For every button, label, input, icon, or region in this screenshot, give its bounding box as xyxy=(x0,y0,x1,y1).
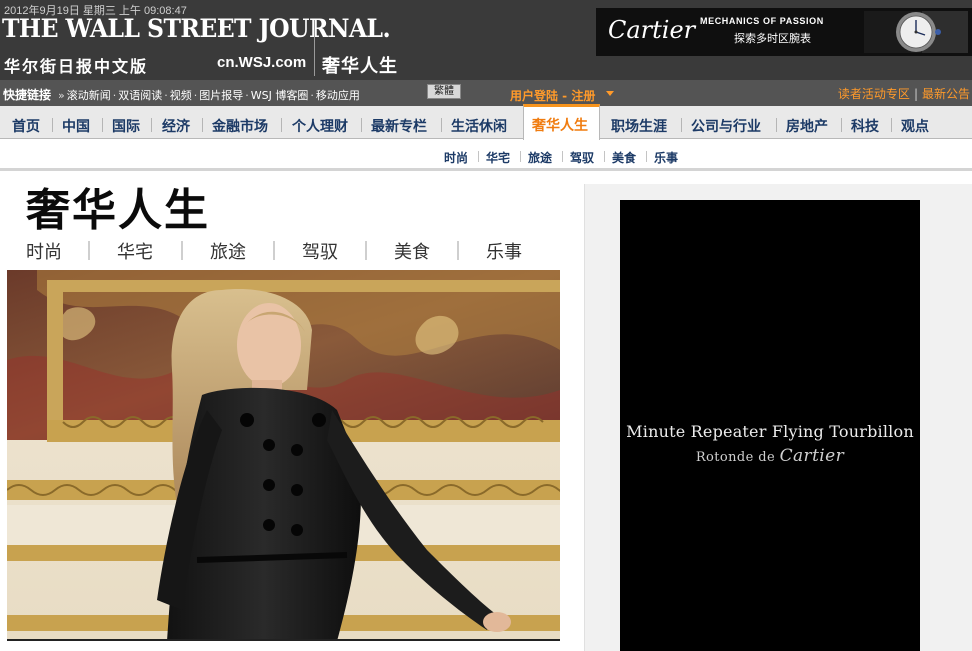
sidebar-ad-subtitle: Rotonde de Cartier xyxy=(620,446,920,466)
quick-links: » 滚动新闻 · 双语阅读 · 视频 · 图片报导 · WSJ 博客圈 · 移动应用 xyxy=(58,89,360,102)
ad-cta[interactable]: 探索多时区腕表 xyxy=(734,30,811,46)
chinese-edition-name[interactable]: 华尔街日报中文版 xyxy=(4,53,148,77)
quick-link-video[interactable]: 视频 xyxy=(170,89,192,102)
nav-item-columns[interactable]: 最新专栏 xyxy=(371,116,427,136)
nav-item-career[interactable]: 职场生涯 xyxy=(611,116,667,136)
caret-down-icon[interactable] xyxy=(606,91,614,96)
nav-item-economy[interactable]: 经济 xyxy=(162,116,190,136)
sidebar-ad-title: Minute Repeater Flying Tourbillon xyxy=(626,422,914,441)
subnav-driving[interactable]: 驾驭 xyxy=(570,149,594,166)
nav-item-luxury-label: 奢华人生 xyxy=(532,118,588,134)
category-homes[interactable]: 华宅 xyxy=(117,238,153,264)
announcements-link[interactable]: 最新公告 xyxy=(922,87,970,101)
sidebar-ad-subtitle-prefix: Rotonde de xyxy=(695,450,776,465)
page-title: 奢华人生 xyxy=(26,185,210,236)
quick-link-rolling-news[interactable]: 滚动新闻 xyxy=(67,89,111,102)
reader-events-link[interactable]: 读者活动专区 xyxy=(838,87,910,101)
nav-item-real-estate[interactable]: 房地产 xyxy=(786,116,828,136)
quick-link-mobile[interactable]: 移动应用 xyxy=(316,89,360,102)
quick-link-bilingual[interactable]: 双语阅读 xyxy=(118,89,162,102)
quick-link-blogs[interactable]: WSJ 博客圈 xyxy=(251,89,309,102)
nav-item-business[interactable]: 公司与行业 xyxy=(691,116,761,136)
header-divider xyxy=(314,20,315,76)
ad-brand-logo: Cartier xyxy=(608,16,696,44)
wsj-logo[interactable]: THE WALL STREET JOURNAL. xyxy=(2,14,391,43)
category-driving[interactable]: 驾驭 xyxy=(302,238,338,264)
top-banner-ad[interactable]: Cartier MECHANICS OF PASSION 探索多时区腕表 xyxy=(596,8,972,56)
ad-tagline: MECHANICS OF PASSION xyxy=(700,16,824,26)
subnav-leisure[interactable]: 乐事 xyxy=(654,149,678,166)
sidebar-ad-brand: Cartier xyxy=(779,446,845,466)
nav-item-tech[interactable]: 科技 xyxy=(851,116,879,136)
hero-photo xyxy=(7,270,560,639)
quick-links-bar: 快捷链接 » 滚动新闻 · 双语阅读 · 视频 · 图片报导 · WSJ 博客圈 · 移动应用 繁體 … xyxy=(0,80,972,106)
subnav-fashion[interactable]: 时尚 xyxy=(444,149,468,166)
nav-item-world[interactable]: 国际 xyxy=(112,116,140,136)
nav-item-personal-finance[interactable]: 个人理财 xyxy=(292,116,348,136)
traditional-chinese-button[interactable]: 繁體 xyxy=(427,84,461,99)
hero-image[interactable] xyxy=(7,270,560,641)
nav-item-markets[interactable]: 金融市场 xyxy=(212,116,268,136)
nav-item-china[interactable]: 中国 xyxy=(62,116,90,136)
category-food[interactable]: 美食 xyxy=(394,238,430,264)
sidebar-ad[interactable]: Minute Repeater Flying Tourbillon Rotond… xyxy=(620,200,920,651)
quick-links-label: 快捷链接 xyxy=(3,88,52,102)
subnav-homes[interactable]: 华宅 xyxy=(486,149,510,166)
subnav-food[interactable]: 美食 xyxy=(612,149,636,166)
category-fashion[interactable]: 时尚 xyxy=(26,238,62,264)
login-register-link[interactable]: 用户登陆 - 注册 xyxy=(510,87,595,104)
sub-nav: 时尚 华宅 旅途 驾驭 美食 乐事 xyxy=(0,140,972,171)
nav-item-home[interactable]: 首页 xyxy=(12,116,40,136)
nav-item-luxury[interactable]: 奢华人生 xyxy=(523,104,600,140)
watch-icon xyxy=(864,11,968,53)
nav-item-opinion[interactable]: 观点 xyxy=(901,116,929,136)
category-travel[interactable]: 旅途 xyxy=(210,238,246,264)
reader-links: 读者活动专区 | 最新公告 xyxy=(837,87,970,101)
nav-item-life[interactable]: 生活休闲 xyxy=(451,116,507,136)
quick-link-photos[interactable]: 图片报导 xyxy=(199,89,243,102)
main-nav: 首页 中国 国际 经济 金融市场 个人理财 最新专栏 生活休闲 职场生涯 公司与… xyxy=(0,106,972,139)
category-leisure[interactable]: 乐事 xyxy=(486,238,522,264)
site-url[interactable]: cn.WSJ.com xyxy=(217,54,306,71)
subnav-travel[interactable]: 旅途 xyxy=(528,149,552,166)
header-section-name[interactable]: 奢华人生 xyxy=(322,52,398,78)
site-header: 2012年9月19日 星期三 上午 09:08:47 THE WALL STRE… xyxy=(0,0,972,80)
